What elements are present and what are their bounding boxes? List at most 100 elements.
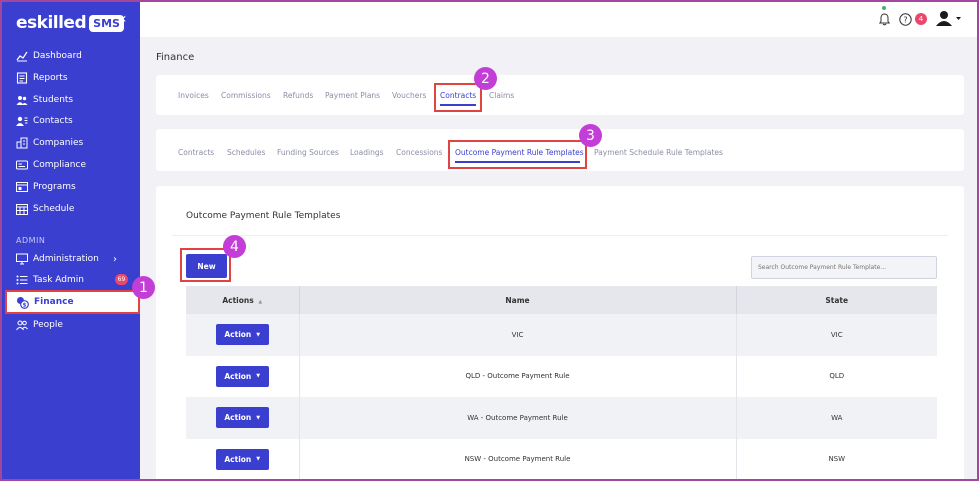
- highlight-outcome-subtab: [448, 140, 587, 169]
- column-header-state[interactable]: State: [736, 286, 937, 314]
- sidebar-item-label: Schedule: [33, 204, 75, 214]
- search-input[interactable]: [751, 256, 937, 279]
- subtab-contracts[interactable]: Contracts: [178, 148, 214, 157]
- action-dropdown-button[interactable]: Action ▼: [215, 324, 269, 346]
- app-window: eskilled SMS « Dashboard Reports Student…: [0, 0, 979, 481]
- table-header-row: Actions ▲ Name State: [186, 286, 937, 314]
- sidebar-item-administration[interactable]: Administration ›: [16, 249, 131, 269]
- sidebar-item-label: Compliance: [33, 160, 86, 170]
- sidebar-item-task-admin[interactable]: Task Admin: [16, 270, 131, 290]
- chevron-right-icon: ›: [113, 253, 117, 265]
- subtab-loadings[interactable]: Loadings: [350, 148, 384, 157]
- tab-commissions[interactable]: Commissions: [221, 91, 271, 100]
- finance-tabs-card: [156, 75, 964, 115]
- cell-state: NSW: [736, 438, 937, 479]
- schedule-icon: [16, 203, 28, 215]
- top-bar: ? 4: [140, 2, 977, 37]
- action-dropdown-button[interactable]: Action ▼: [215, 365, 269, 387]
- sidebar-item-label: Contacts: [33, 116, 73, 126]
- subtab-schedules[interactable]: Schedules: [227, 148, 265, 157]
- cell-state: VIC: [736, 314, 937, 356]
- sidebar-item-label: Reports: [33, 73, 68, 83]
- tab-claims[interactable]: Claims: [489, 91, 514, 100]
- programs-icon: [16, 181, 28, 193]
- sidebar-item-companies[interactable]: Companies: [16, 133, 131, 153]
- compliance-icon: [16, 159, 28, 171]
- subtab-payment-schedule-rule-templates[interactable]: Payment Schedule Rule Templates: [594, 148, 723, 157]
- column-header-actions[interactable]: Actions ▲: [186, 286, 300, 314]
- table-row: Action ▼ QLD - Outcome Payment Rule QLD: [186, 355, 937, 397]
- table-row: Action ▼ VIC VIC: [186, 314, 937, 356]
- sidebar: eskilled SMS « Dashboard Reports Student…: [2, 2, 140, 479]
- companies-icon: [16, 137, 28, 149]
- students-icon: [16, 94, 28, 106]
- sidebar-item-contacts[interactable]: Contacts: [16, 111, 131, 131]
- sidebar-item-people[interactable]: People: [16, 315, 131, 335]
- sidebar-item-schedule[interactable]: Schedule: [16, 199, 131, 219]
- help-icon[interactable]: ?: [899, 11, 912, 30]
- caret-down-icon: ▼: [256, 373, 261, 380]
- highlight-contracts-tab: [434, 83, 482, 112]
- caret-down-icon: ▼: [256, 414, 261, 421]
- cell-name: VIC: [299, 314, 737, 356]
- cell-name: NSW - Outcome Payment Rule: [299, 438, 737, 479]
- help-count-badge: 4: [915, 13, 927, 25]
- user-avatar-icon[interactable]: [936, 10, 962, 30]
- sidebar-item-finance[interactable]: $ Finance: [5, 290, 140, 314]
- sidebar-item-label: Finance: [34, 297, 74, 307]
- collapse-sidebar-icon[interactable]: «: [118, 11, 127, 27]
- tab-refunds[interactable]: Refunds: [283, 91, 313, 100]
- cell-name: WA - Outcome Payment Rule: [299, 397, 737, 439]
- people-icon: [16, 319, 28, 331]
- notification-dot: [882, 6, 886, 10]
- caret-down-icon: ▼: [256, 456, 261, 463]
- sidebar-item-dashboard[interactable]: Dashboard: [16, 46, 131, 66]
- sort-ascending-icon: ▲: [258, 298, 263, 305]
- logo-text: eskilled: [16, 13, 87, 33]
- subtab-concessions[interactable]: Concessions: [396, 148, 442, 157]
- section-title: Outcome Payment Rule Templates: [186, 211, 341, 221]
- svg-text:?: ?: [903, 15, 907, 24]
- cell-state: WA: [736, 397, 937, 439]
- sidebar-item-label: Dashboard: [33, 51, 82, 61]
- sidebar-item-label: Administration: [33, 254, 99, 264]
- tab-vouchers[interactable]: Vouchers: [392, 91, 426, 100]
- contacts-icon: [16, 115, 28, 127]
- task-admin-icon: [16, 274, 28, 286]
- step-marker-3: 3: [579, 124, 602, 147]
- dashboard-icon: [16, 50, 28, 62]
- sidebar-item-compliance[interactable]: Compliance: [16, 155, 131, 175]
- highlight-new-button: [180, 248, 231, 282]
- sidebar-item-students[interactable]: Students: [16, 90, 131, 110]
- finance-icon: $: [16, 296, 29, 309]
- column-header-name[interactable]: Name: [299, 286, 737, 314]
- cell-state: QLD: [736, 355, 937, 397]
- task-admin-count-badge: 69: [115, 274, 128, 285]
- sidebar-item-reports[interactable]: Reports: [16, 68, 131, 88]
- step-marker-4: 4: [223, 235, 246, 258]
- sidebar-item-label: Companies: [33, 138, 84, 148]
- action-dropdown-button[interactable]: Action ▼: [215, 407, 269, 429]
- table-row: Action ▼ WA - Outcome Payment Rule WA: [186, 397, 937, 439]
- bell-icon[interactable]: [878, 11, 891, 30]
- reports-icon: [16, 72, 28, 84]
- action-dropdown-button[interactable]: Action ▼: [215, 448, 269, 470]
- subtab-funding-sources[interactable]: Funding Sources: [277, 148, 339, 157]
- caret-down-icon: ▼: [256, 331, 261, 338]
- logo: eskilled SMS: [16, 12, 124, 34]
- templates-table: Actions ▲ Name State Action ▼ VIC VIC Act…: [186, 286, 937, 479]
- card-divider: [172, 235, 948, 236]
- cell-name: QLD - Outcome Payment Rule: [299, 355, 737, 397]
- administration-icon: [16, 253, 28, 265]
- page-title: Finance: [156, 52, 195, 63]
- sidebar-item-label: Students: [33, 95, 74, 105]
- step-marker-1: 1: [132, 276, 155, 299]
- step-marker-2: 2: [474, 67, 497, 90]
- table-row: Action ▼ NSW - Outcome Payment Rule NSW: [186, 438, 937, 479]
- sidebar-item-label: People: [33, 320, 63, 330]
- tab-invoices[interactable]: Invoices: [178, 91, 209, 100]
- tab-payment-plans[interactable]: Payment Plans: [325, 91, 380, 100]
- sidebar-section-admin: ADMIN: [16, 236, 46, 245]
- sidebar-item-label: Task Admin: [33, 275, 84, 285]
- sidebar-item-programs[interactable]: Programs: [16, 177, 131, 197]
